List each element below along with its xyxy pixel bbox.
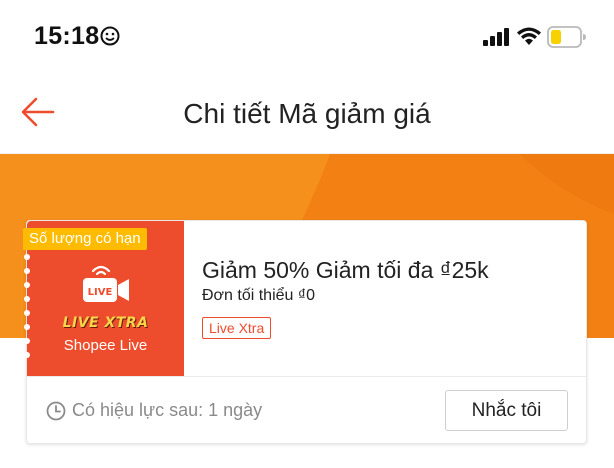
status-time: 15:18 bbox=[34, 22, 100, 50]
cellular-signal-icon bbox=[483, 28, 509, 46]
voucher-card: LIVE LIVE XTRA Shopee Live Số lượng có h… bbox=[23, 220, 587, 444]
clock-icon bbox=[46, 401, 66, 421]
limited-quantity-badge: Số lượng có hạn bbox=[23, 228, 147, 250]
page-title: Chi tiết Mã giảm giá bbox=[183, 98, 431, 129]
voucher-detail-screen: 15:18 Chi tiết Mã giảm giá LIVE LIVE XTR… bbox=[0, 0, 614, 468]
live-camera-icon: LIVE bbox=[83, 265, 129, 302]
shopee-live-label: Shopee Live bbox=[63, 337, 148, 354]
voucher-title: Giảm 50% Giảm tối đa ₫25k bbox=[202, 257, 489, 283]
live-cam-label: LIVE bbox=[88, 287, 113, 298]
voucher-card-info: Giảm 50% Giảm tối đa ₫25k Đơn tối thiểu … bbox=[184, 221, 586, 376]
card-divider bbox=[27, 376, 586, 377]
wifi-icon bbox=[517, 27, 541, 45]
min-order-text: Đơn tối thiểu ₫0 bbox=[202, 287, 315, 304]
live-xtra-tag: Live Xtra bbox=[202, 317, 272, 339]
remind-me-button[interactable]: Nhắc tôi bbox=[445, 390, 568, 431]
battery-low-icon bbox=[547, 26, 586, 48]
navigation-header: Chi tiết Mã giảm giá bbox=[0, 72, 614, 154]
smiley-icon bbox=[100, 26, 120, 46]
validity-text: Có hiệu lực sau: 1 ngày bbox=[72, 400, 263, 420]
live-xtra-logo: LIVE XTRA bbox=[62, 315, 149, 331]
status-bar: 15:18 bbox=[0, 0, 614, 72]
